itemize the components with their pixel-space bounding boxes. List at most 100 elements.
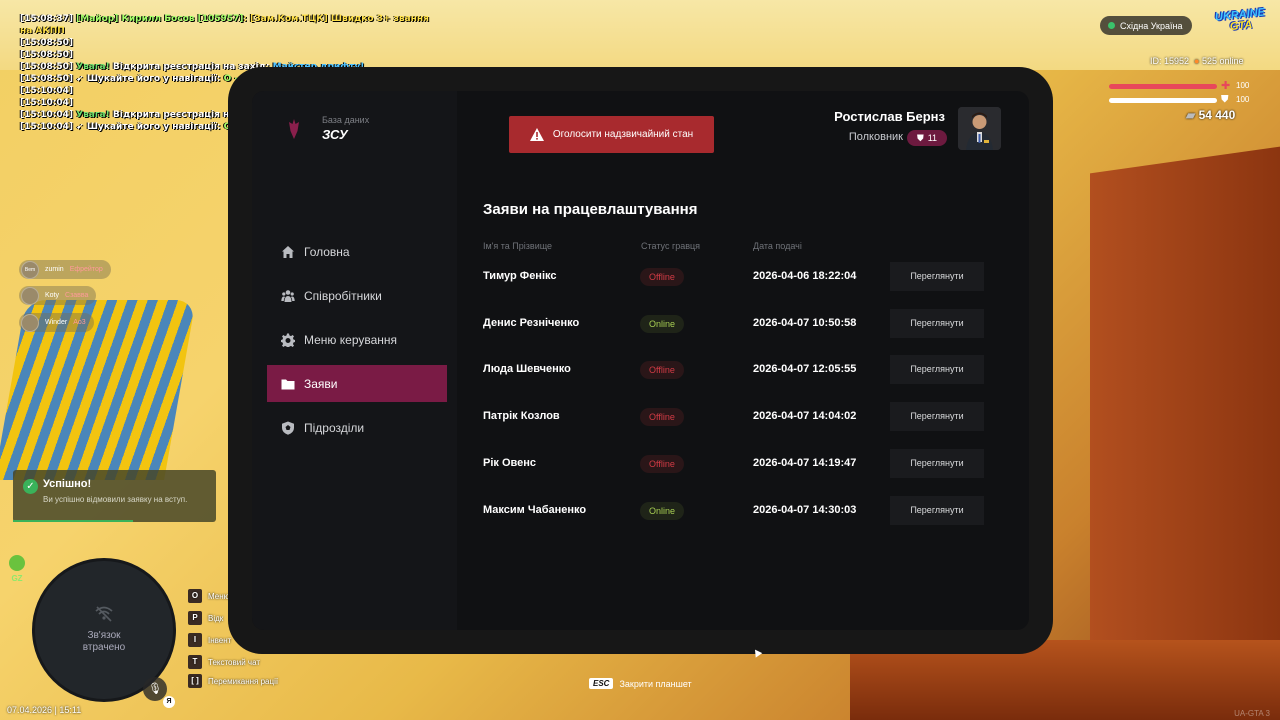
status-badge: Offline: [640, 361, 684, 380]
date-time: 07.04.2026 | 15:11: [7, 705, 82, 715]
health-value: 100: [1236, 81, 1250, 90]
chat-timestamp: [15:10:04]: [20, 86, 73, 96]
avatar[interactable]: [958, 107, 1001, 150]
submission-date: 2026-04-07 14:19:47: [753, 456, 857, 469]
view-button[interactable]: Переглянути: [890, 355, 984, 385]
background-door: [1090, 146, 1280, 720]
key-hint-label: Меню: [208, 591, 230, 601]
applicant-name: Люда Шевченко: [483, 363, 571, 376]
table-row: Люда Шевченко Offline 2026-04-07 12:05:55 П…: [483, 355, 1003, 385]
sidebar-item-1[interactable]: Головна: [267, 233, 447, 270]
key-cap: T: [188, 655, 202, 669]
armor-value: 100: [1236, 95, 1250, 104]
user-rank: Полковник: [848, 131, 903, 143]
view-button[interactable]: Переглянути: [890, 308, 984, 338]
tablet-screen: База даних ЗСУ Головна Співробітники Меню …: [252, 91, 1029, 630]
friend-tag: Сзавва: [65, 292, 89, 299]
avatar-portrait-icon: [958, 107, 1001, 150]
friend-name: zumin: [45, 266, 64, 273]
close-tablet-hint[interactable]: ESC Закрити планшет: [589, 678, 692, 689]
column-header-name: Ім'я та Прізвище: [483, 241, 553, 251]
view-button[interactable]: Переглянути: [890, 402, 984, 432]
chat-timestamp: [15:08:50]: [20, 38, 73, 48]
key-hint: P Відк: [188, 611, 223, 625]
sidebar-item-2[interactable]: Співробітники: [267, 277, 447, 314]
minimap-status-line-1: Зв'язок: [87, 630, 121, 641]
sidebar-item-label: Головна: [304, 244, 350, 259]
chat-text: ➹ Шукайте його у навігації:: [76, 74, 224, 84]
table-row: Максим Чабаненко Online 2026-04-07 14:30:0…: [483, 495, 1003, 526]
friend-item[interactable]: Winder Ao3: [19, 313, 94, 332]
user-level-badge: ⛊ 11: [907, 130, 947, 146]
key-hint: O Меню: [188, 589, 230, 603]
friend-item[interactable]: Bem zumin Ефрейтор: [19, 260, 111, 279]
chat-timestamp: [15:08:50]: [20, 62, 73, 72]
submission-date: 2026-04-07 14:04:02: [753, 410, 857, 423]
status-badge: Online: [640, 314, 685, 333]
online-dot-icon: ●: [1194, 56, 1200, 66]
view-button[interactable]: Переглянути: [890, 448, 984, 478]
avatar: [21, 313, 39, 332]
chat-timestamp: [15:08:50]: [20, 50, 73, 60]
chat-timestamp: [15:08:50]: [20, 74, 73, 84]
chat-timestamp: [15:10:04]: [20, 98, 73, 108]
sidebar-item-label: Заяви: [304, 376, 338, 391]
gz-shield-icon: [9, 555, 25, 571]
key-hint-label: Перемикання рації: [208, 676, 279, 686]
chat-line: [15:08:50]: [20, 49, 400, 61]
view-button[interactable]: Переглянути: [890, 495, 984, 525]
home-icon: [282, 245, 294, 258]
brand-title: ЗСУ: [322, 127, 348, 142]
applicant-name: Максим Чабаненко: [483, 503, 587, 516]
friend-name: Koty: [45, 292, 60, 299]
status-badge: Offline: [640, 408, 684, 427]
brand-subtitle: База даних: [322, 115, 370, 125]
table-row: Денис Резніченко Online 2026-04-07 10:50:5…: [483, 308, 1003, 339]
chat-text: : [Зам.Ком.ТЦК] Швидко 3+ звання: [243, 14, 429, 24]
applicant-name: Тимур Фенікс: [483, 270, 557, 282]
chat-text: ➹ Шукайте його у навігації:: [76, 122, 224, 132]
shield-icon: ⛊: [916, 132, 924, 143]
avatar: [21, 286, 39, 305]
key-hint-label: Інвент: [208, 635, 232, 645]
sidebar-item-4[interactable]: Заяви: [267, 365, 447, 402]
chat-line: на АКПП: [20, 25, 400, 37]
toast-text: Ви успішно відмовили заявку на вступ.: [43, 495, 188, 504]
online-count: 525 online: [1202, 56, 1244, 66]
checkmark-icon: ✓: [23, 479, 38, 494]
submission-date: 2026-04-06 18:22:04: [753, 270, 857, 282]
player-id-line: ID: 15952 ● 525 online: [1150, 56, 1244, 66]
toast-title: Успішно!: [43, 478, 92, 490]
submission-date: 2026-04-07 10:50:58: [753, 316, 857, 329]
applicant-name: Рік Овенс: [483, 456, 537, 469]
sidebar-item-3[interactable]: Меню керування: [267, 321, 447, 358]
key-cap: [ ]: [188, 674, 202, 688]
emergency-button[interactable]: Оголосити надзвичайний стан: [509, 116, 714, 153]
status-badge: Offline: [640, 268, 684, 286]
applicant-name: Денис Резніченко: [483, 316, 580, 329]
folder-icon: [281, 379, 295, 389]
user-name: Ростислав Бернз: [834, 109, 945, 124]
sidebar-item-label: Співробітники: [304, 288, 382, 303]
sidebar-item-5[interactable]: Підрозділи: [267, 409, 447, 446]
chat-text: на АКПП: [20, 26, 65, 36]
gear-icon: [281, 333, 295, 347]
friend-tag: Ao3: [73, 319, 86, 326]
game-logo: UKRAINE GTA: [1211, 6, 1272, 43]
chat-text: [Майор] Кирилл Босов [105957]: [76, 14, 244, 24]
key-hint: [ ] Перемикання рації: [188, 674, 278, 688]
gz-indicator: GZ: [8, 555, 26, 587]
key-cap: O: [188, 589, 202, 603]
key-cap: P: [188, 611, 202, 625]
key-hint: T Текстовий чат: [188, 655, 260, 669]
money-display: ▰ 54 440: [1186, 108, 1235, 122]
table-row: Тимур Фенікс Offline 2026-04-06 18:22:04 Пе…: [483, 262, 1003, 292]
view-button[interactable]: Переглянути: [890, 262, 984, 291]
success-toast: ✓ Успішно! Ви успішно відмовили заявку н…: [13, 470, 216, 522]
key-cap: I: [188, 633, 202, 647]
friend-item[interactable]: Koty Сзавва: [19, 286, 97, 305]
esc-key: ESC: [589, 678, 614, 689]
status-badge: Online: [640, 501, 685, 520]
users-icon: [281, 289, 295, 302]
column-header-date: Дата подачі: [753, 241, 802, 251]
